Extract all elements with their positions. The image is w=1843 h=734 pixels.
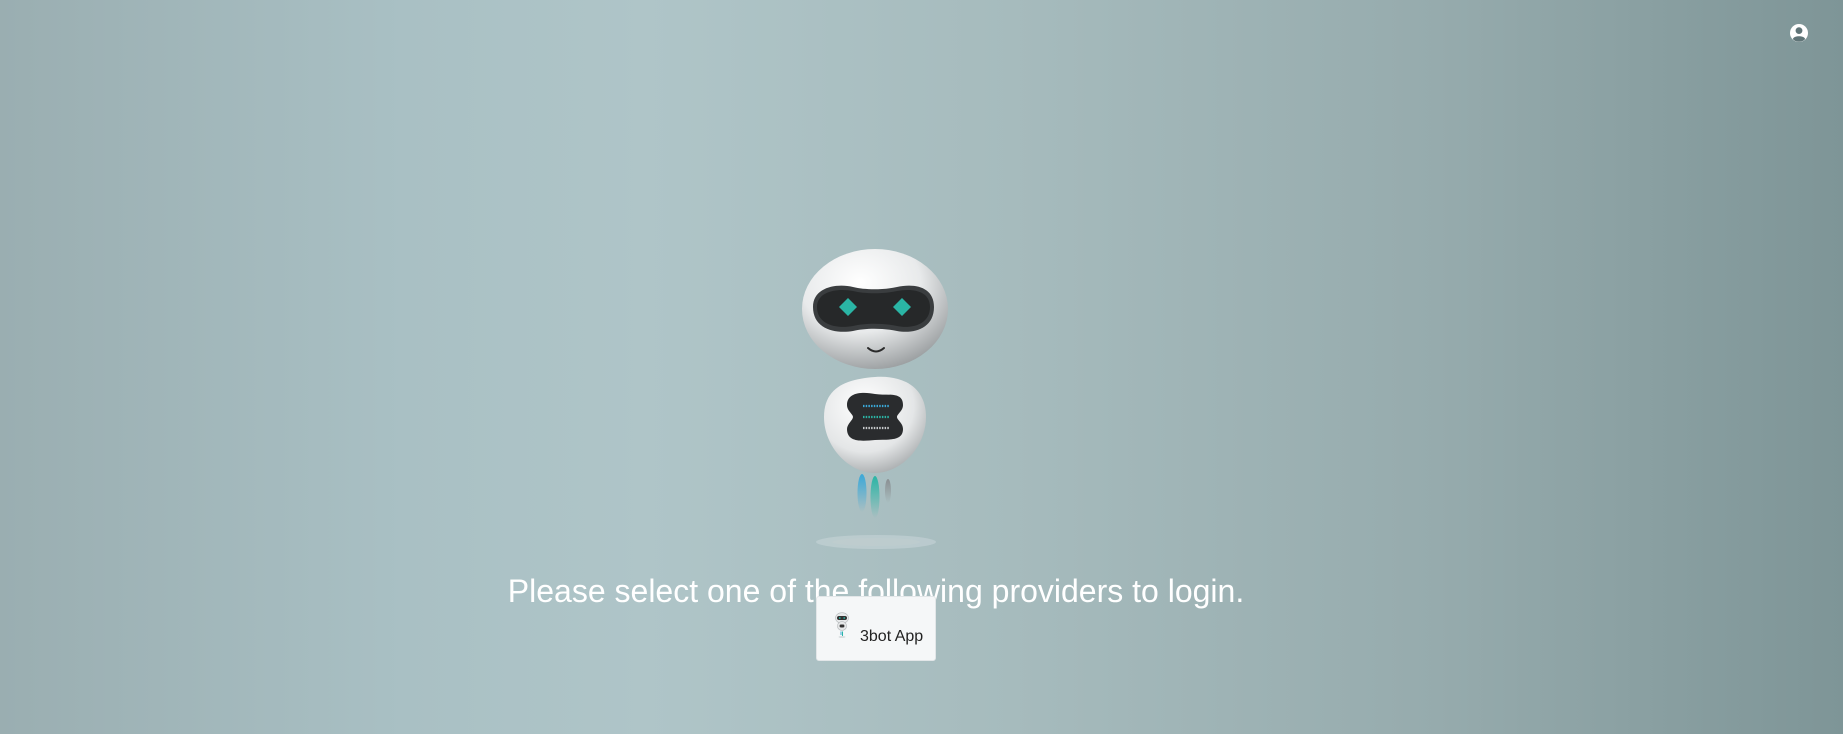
user-circle-icon <box>1790 24 1808 42</box>
account-button[interactable] <box>1788 22 1810 44</box>
provider-button-3bot[interactable]: 3bot App <box>816 596 936 661</box>
provider-button-label: 3bot App <box>860 628 924 645</box>
robot-mini-icon <box>835 612 849 638</box>
robot-mascot-image <box>793 247 953 553</box>
